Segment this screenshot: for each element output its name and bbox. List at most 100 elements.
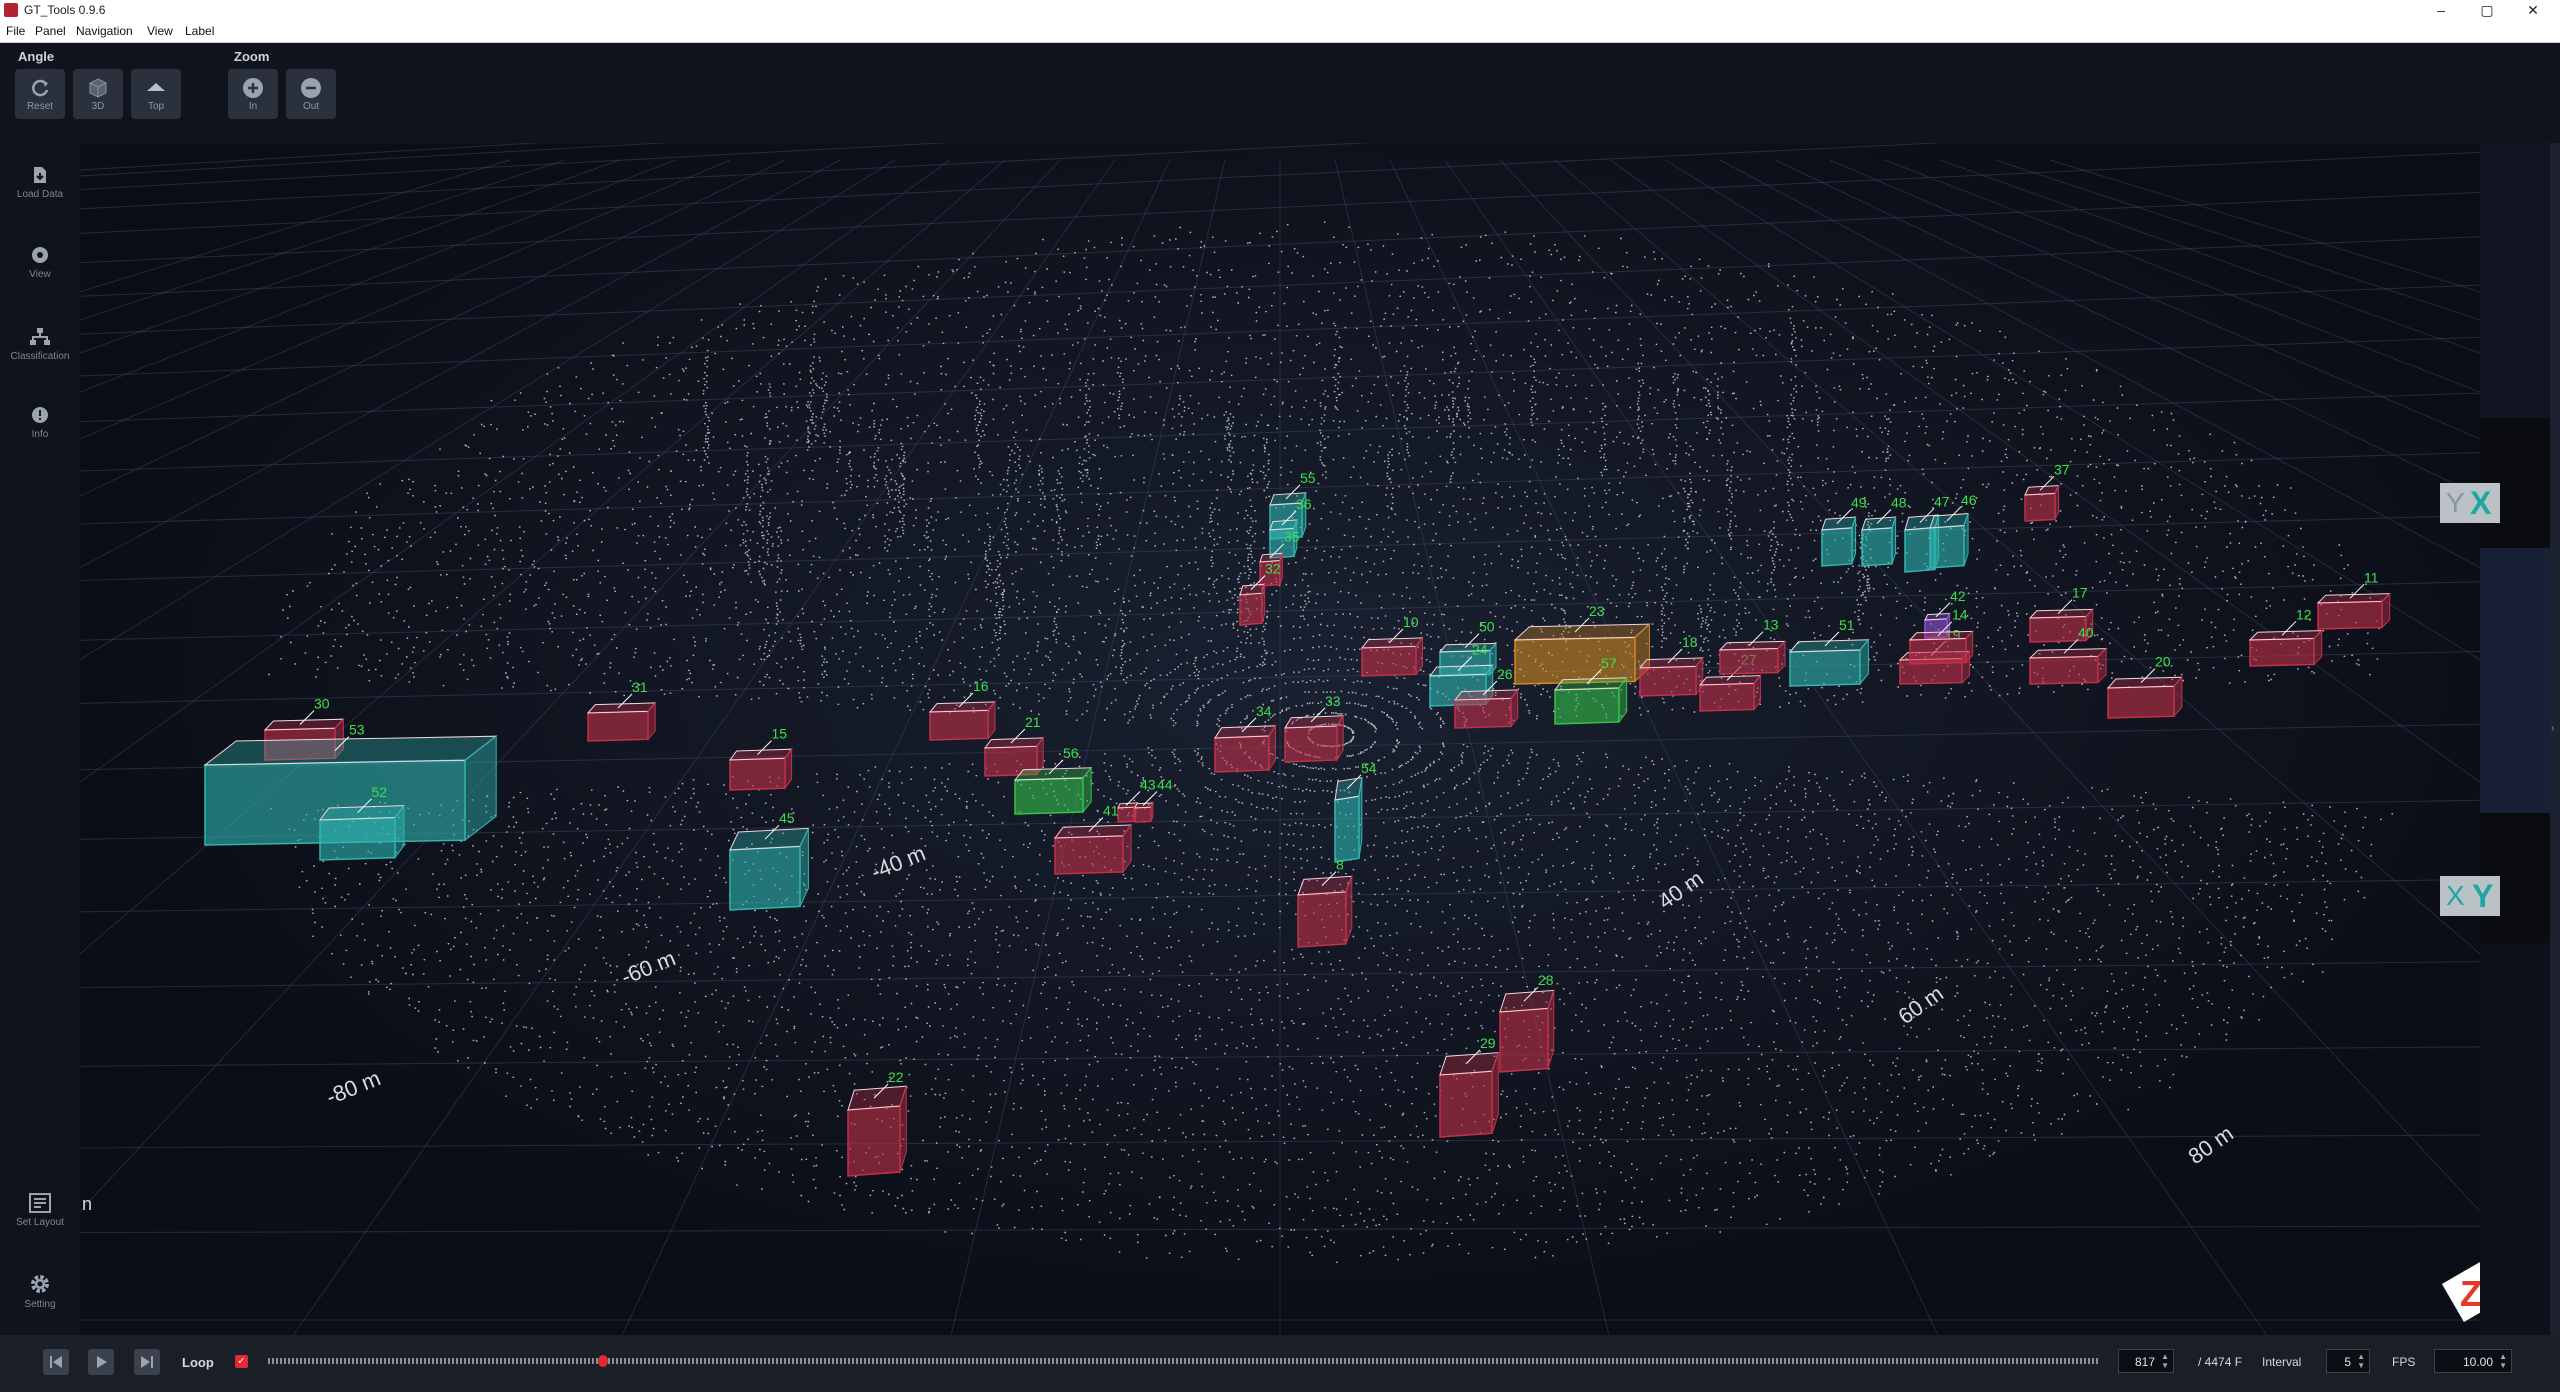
loop-checkbox[interactable]: ✓ — [235, 1355, 248, 1368]
gizmo-y-letter: Y — [2446, 487, 2465, 518]
zoom-in-button[interactable]: In — [228, 69, 278, 119]
fps-spinner-icon[interactable]: ▲ ▼ — [2499, 1352, 2507, 1370]
object-box-31[interactable]: 31 — [586, 679, 657, 742]
interval-input[interactable]: 5 ▲ ▼ — [2326, 1349, 2370, 1373]
side-view-top[interactable] — [2480, 143, 2550, 418]
app-icon — [4, 3, 18, 17]
object-box-33[interactable]: 33 — [1284, 693, 1345, 763]
gizmo-xy[interactable]: X Y — [2440, 876, 2500, 916]
menu-bar: File Panel Navigation View Label — [0, 20, 2560, 43]
zoom-in-icon — [243, 78, 263, 98]
point-cloud-scene[interactable]: 30 53 52 31 15 45 16 21 56 43 44 41 34 33 54 8 55 36 3532 1… — [80, 143, 2550, 1335]
info-button[interactable]: Info — [0, 393, 80, 463]
fps-value: 10.00 — [2462, 1355, 2493, 1369]
menu-navigation[interactable]: Navigation — [76, 24, 133, 38]
close-button[interactable]: ✕ — [2510, 0, 2556, 20]
axis-label-80: 80 m — [2184, 1121, 2238, 1170]
axis-label-60: 60 m — [1894, 981, 1948, 1030]
set-layout-button[interactable]: Set Layout — [0, 1181, 80, 1251]
object-id-label: 52 — [372, 784, 388, 800]
object-id-label: 50 — [1479, 619, 1495, 635]
minimize-button[interactable]: – — [2418, 0, 2464, 20]
object-box-48[interactable]: 48 — [1861, 495, 1907, 567]
menu-file[interactable]: File — [6, 24, 25, 38]
gear-icon — [31, 1275, 49, 1293]
object-id-label: 8 — [1336, 857, 1344, 873]
object-id-label: 32 — [1265, 561, 1281, 577]
object-box-11[interactable]: 11 — [2316, 569, 2391, 630]
object-box-22[interactable]: 22 — [847, 1069, 907, 1177]
setting-button[interactable]: Setting — [0, 1261, 80, 1331]
eye-icon — [32, 247, 48, 263]
object-box-37[interactable]: 37 — [2024, 461, 2070, 522]
info-icon — [32, 407, 48, 423]
object-id-label: 46 — [1961, 492, 1977, 508]
object-id-label: 37 — [2054, 461, 2070, 477]
object-id-label: 15 — [772, 726, 788, 742]
classification-button[interactable]: Classification — [0, 315, 80, 385]
next-frame-button[interactable] — [134, 1349, 160, 1375]
object-box-16[interactable]: 16 — [928, 678, 997, 741]
menu-panel[interactable]: Panel — [35, 24, 66, 38]
frame-spinner-icon[interactable]: ▲ ▼ — [2161, 1352, 2169, 1370]
prev-frame-button[interactable] — [43, 1349, 69, 1375]
load-data-label: Load Data — [16, 189, 64, 200]
object-id-label: 31 — [632, 679, 648, 695]
reset-view-button[interactable]: Reset — [15, 69, 65, 119]
object-id-label: 30 — [314, 696, 330, 712]
object-id-label: 49 — [1851, 495, 1867, 511]
menu-view[interactable]: View — [147, 24, 173, 38]
point-cloud-viewport[interactable]: 30 53 52 31 15 45 16 21 56 43 44 41 34 33 54 8 55 36 35 32 1… — [80, 143, 2550, 1335]
object-id-label: 56 — [1063, 745, 1079, 761]
play-button[interactable] — [88, 1349, 114, 1375]
edge-axis-glyph: n — [82, 1194, 92, 1214]
object-box-12[interactable]: 12 — [2248, 606, 2323, 667]
object-box-15[interactable]: 15 — [728, 726, 793, 791]
chevron-right-icon[interactable]: › — [2551, 723, 2554, 734]
load-data-button[interactable]: Load Data — [0, 153, 80, 223]
object-box-49[interactable]: 49 — [1821, 495, 1867, 567]
object-box-20[interactable]: 20 — [2106, 654, 2184, 719]
gizmo-yx[interactable]: Y X — [2440, 483, 2500, 523]
object-box-13[interactable]: 13 — [1718, 617, 1787, 675]
z-axis-label: Z — [2460, 1273, 2482, 1314]
object-box-54[interactable]: 54 — [1334, 760, 1377, 863]
toolbar: Angle Reset 3D Top Zoom In Out — [0, 43, 2560, 143]
angle-group-label: Angle — [18, 49, 55, 64]
maximize-button[interactable]: ▢ — [2464, 0, 2510, 20]
timeline-thumb[interactable] — [597, 1355, 608, 1367]
fps-input[interactable]: 10.00 ▲ ▼ — [2434, 1349, 2512, 1373]
object-id-label: 12 — [2296, 606, 2312, 622]
timeline-track[interactable] — [268, 1355, 2100, 1367]
object-box-8[interactable]: 8 — [1297, 857, 1353, 948]
object-id-label: 23 — [1589, 603, 1605, 619]
object-id-label: 17 — [2072, 585, 2088, 601]
3d-label: 3D — [91, 101, 105, 112]
interval-spinner-icon[interactable]: ▲ ▼ — [2357, 1352, 2365, 1370]
panel-splitter[interactable]: › — [2550, 143, 2560, 1335]
object-id-label: 35 — [1284, 529, 1300, 545]
view-button[interactable]: View — [0, 233, 80, 303]
object-box-23[interactable]: 23 — [1513, 603, 1651, 685]
top-view-button[interactable]: Top — [131, 69, 181, 119]
hierarchy-icon — [30, 328, 50, 345]
frame-value: 817 — [2134, 1355, 2155, 1369]
object-box-29[interactable]: 29 — [1439, 1035, 1499, 1138]
gizmo-y2-letter: Y — [2472, 878, 2494, 914]
object-box-51[interactable]: 51 — [1788, 617, 1870, 687]
object-id-label: 57 — [1601, 655, 1617, 671]
zoom-out-label: Out — [302, 101, 320, 112]
object-id-label: 24 — [1472, 642, 1488, 658]
side-view-bottom[interactable] — [2480, 943, 2550, 1335]
side-view-middle[interactable] — [2480, 548, 2550, 813]
object-box-45[interactable]: 45 — [729, 810, 810, 911]
object-box-34[interactable]: 34 — [1214, 703, 1277, 773]
3d-view-button[interactable]: 3D — [73, 69, 123, 119]
reset-label: Reset — [26, 101, 54, 112]
object-box-10[interactable]: 10 — [1360, 614, 1424, 677]
frame-input[interactable]: 817 ▲ ▼ — [2118, 1349, 2174, 1373]
object-id-label: 47 — [1934, 493, 1950, 509]
menu-label[interactable]: Label — [185, 24, 214, 38]
view-label: View — [29, 269, 51, 280]
zoom-out-button[interactable]: Out — [286, 69, 336, 119]
